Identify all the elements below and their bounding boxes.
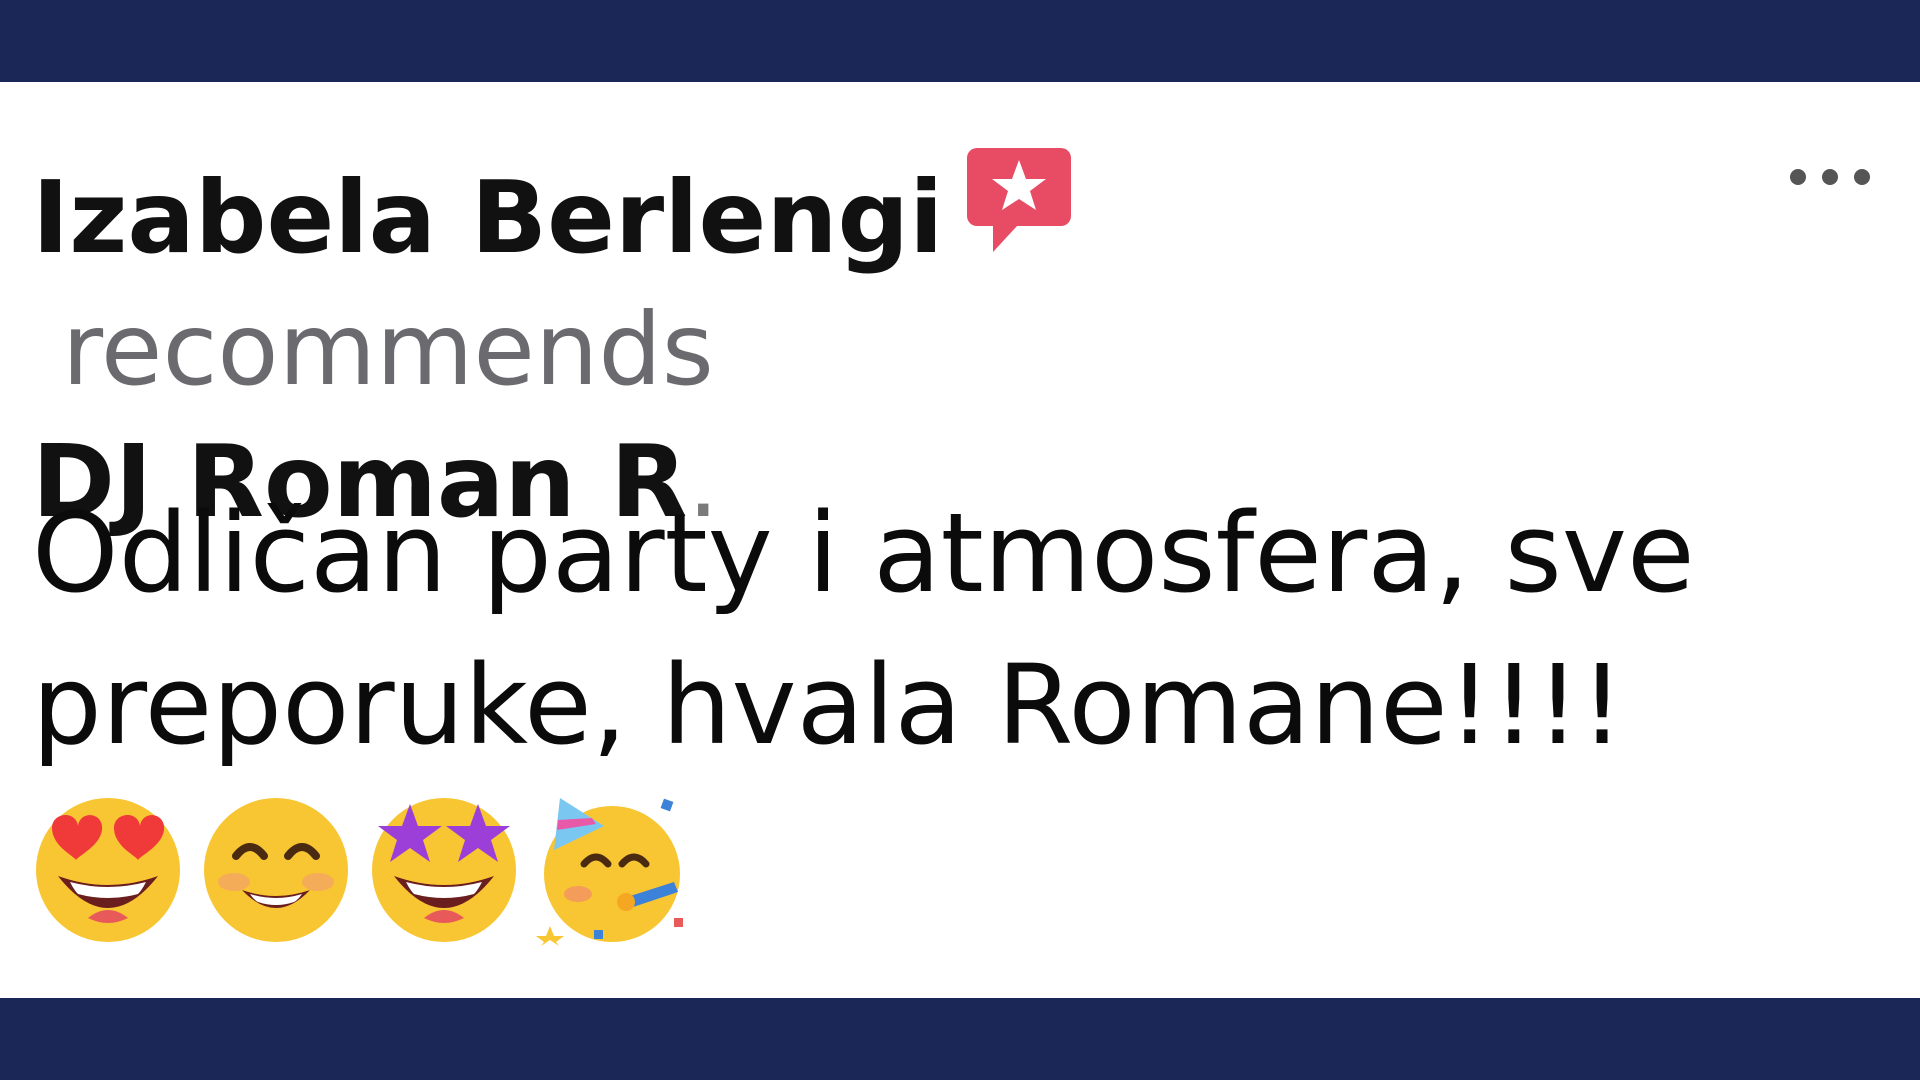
top-frame-bar xyxy=(0,0,1920,82)
recommendation-post: Izabela Berlengi recommends DJ Roman R. … xyxy=(0,82,1920,998)
bottom-frame-bar xyxy=(0,998,1920,1080)
review-text: Odličan party i atmosfera, sve preporuke… xyxy=(32,489,1695,769)
more-options-icon[interactable] xyxy=(1790,162,1870,192)
partying-face-icon xyxy=(536,798,683,946)
emoji-row xyxy=(30,790,690,950)
star-struck-icon xyxy=(372,798,516,942)
author-name[interactable]: Izabela Berlengi xyxy=(32,159,943,276)
smiling-face-with-heart-eyes-icon xyxy=(36,798,180,942)
recommends-label: recommends xyxy=(62,291,714,408)
smiling-face-with-smiling-eyes-icon xyxy=(204,798,348,942)
recommendation-star-badge-icon xyxy=(967,148,1072,252)
